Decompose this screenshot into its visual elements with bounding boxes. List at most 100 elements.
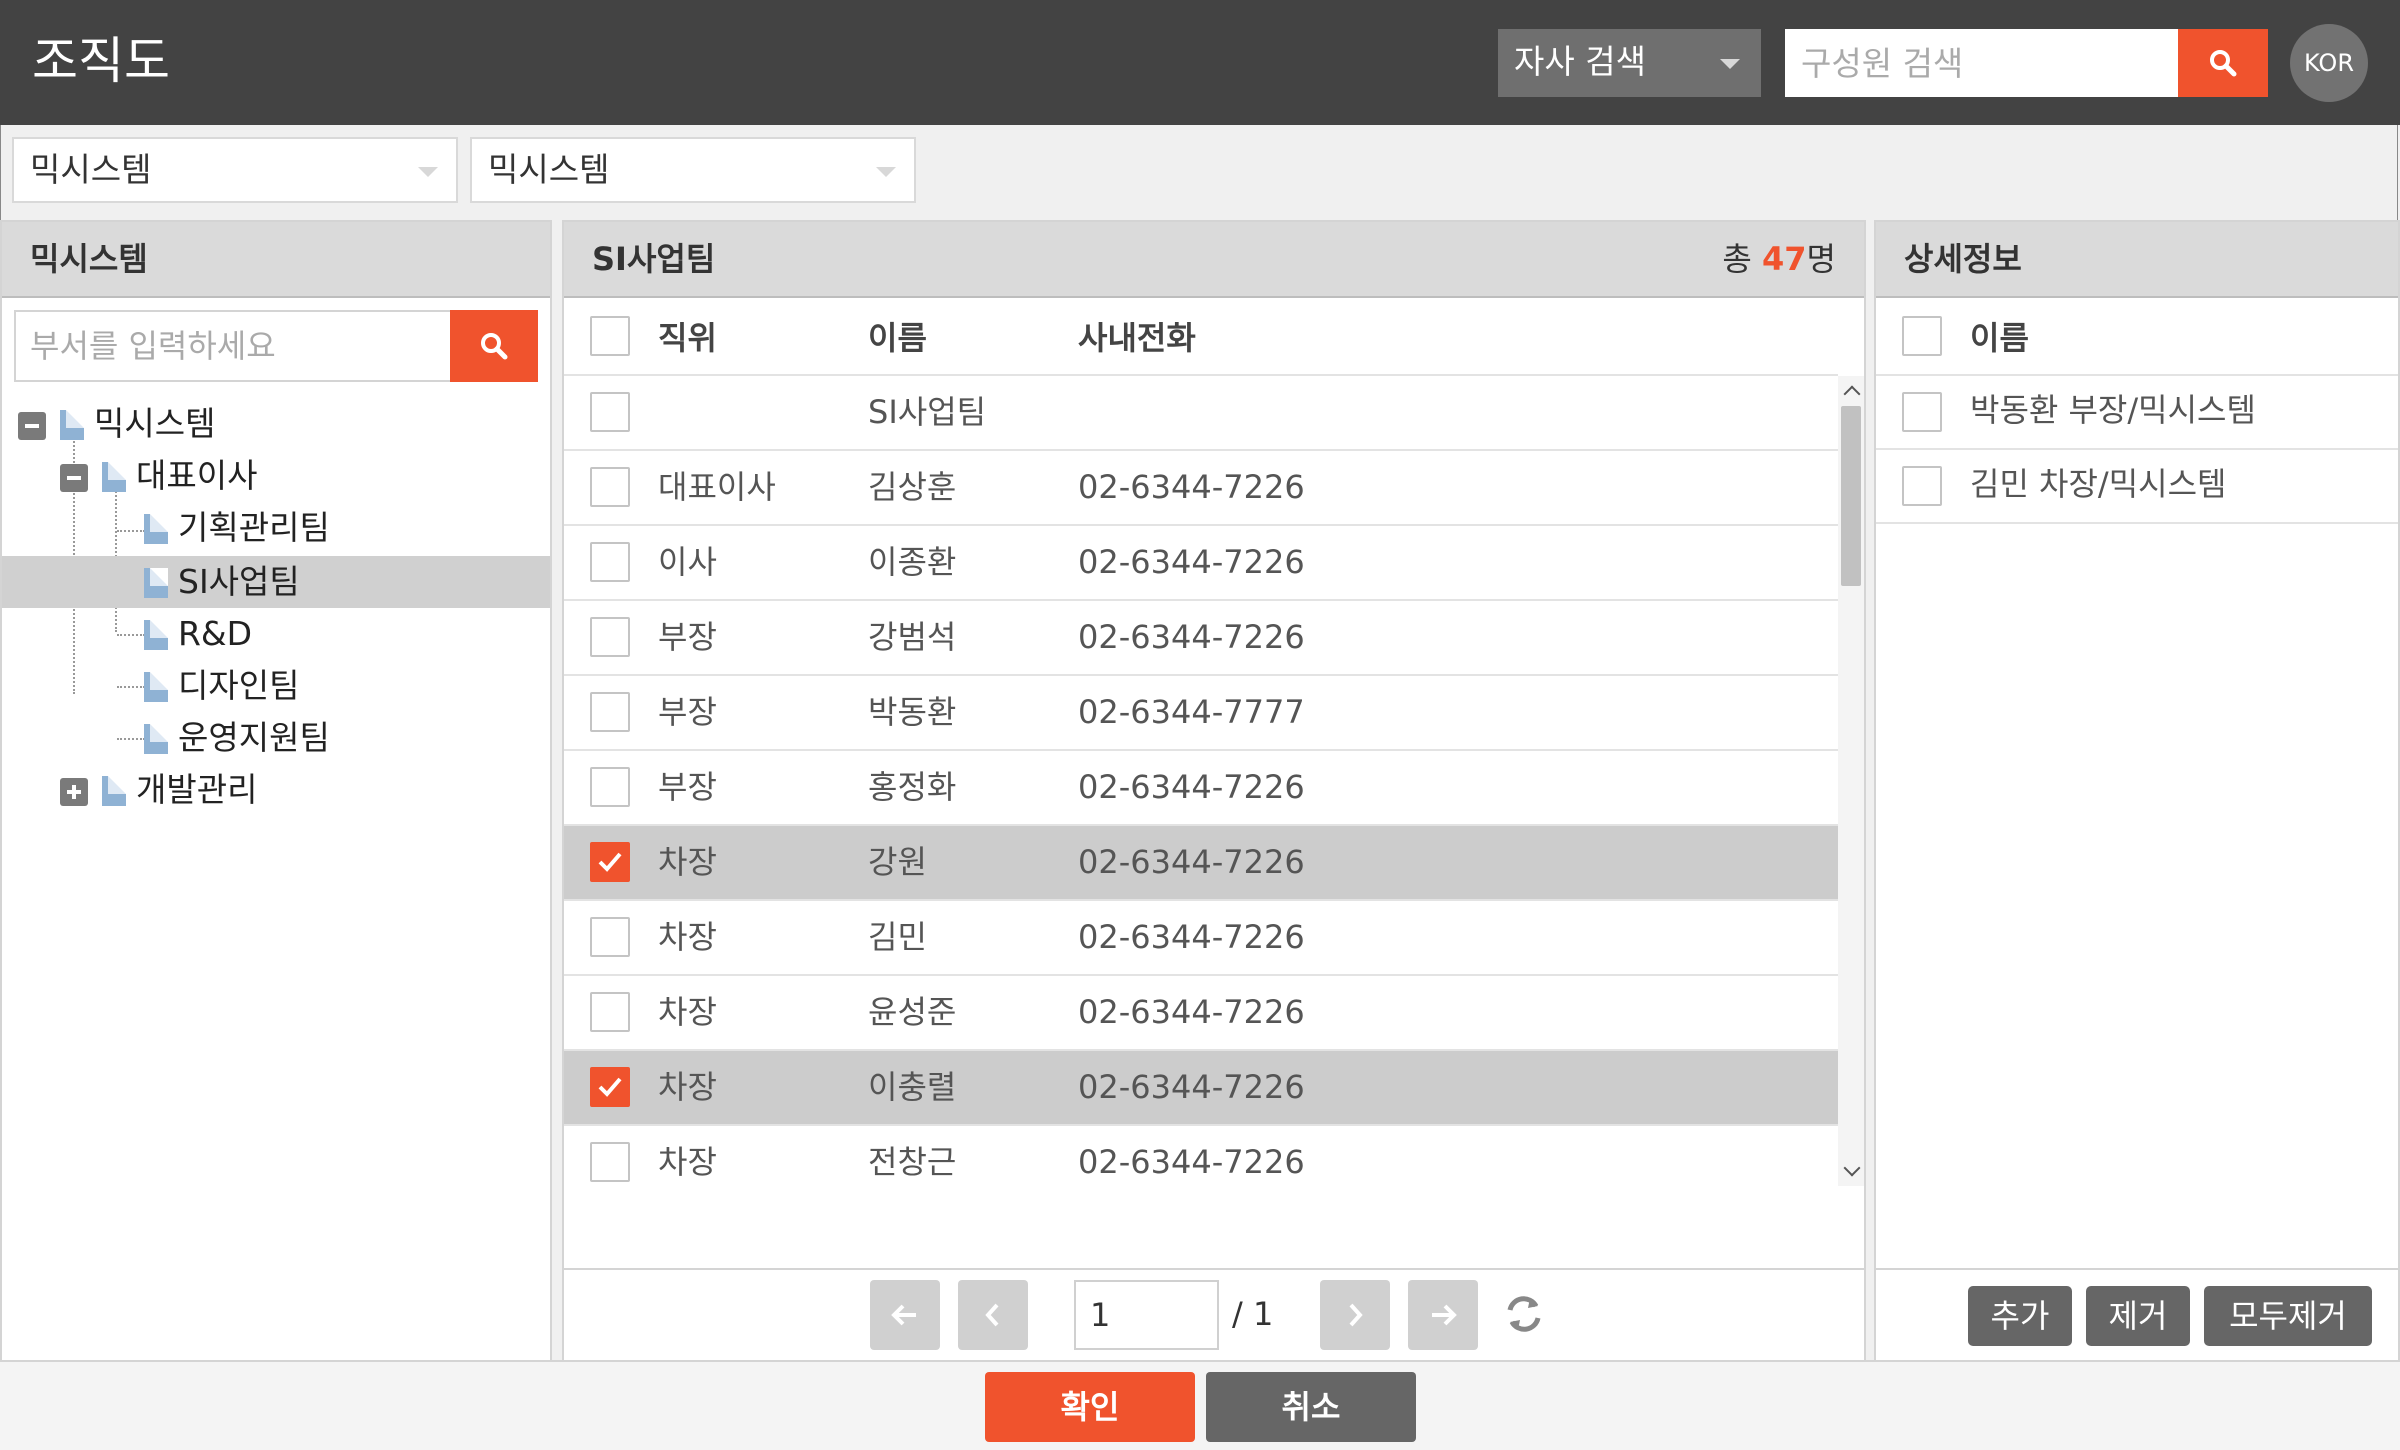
member-list-scrollbar[interactable] bbox=[1838, 376, 1864, 1186]
check-icon bbox=[598, 852, 622, 872]
table-row[interactable]: 대표이사 김상훈 02-6344-7226 bbox=[564, 451, 1838, 526]
collapse-icon[interactable] bbox=[18, 412, 46, 440]
cell-name: 이충렬 bbox=[868, 1068, 957, 1106]
tree-node-rnd[interactable]: R&D bbox=[2, 608, 550, 660]
table-row[interactable]: SI사업팀 bbox=[564, 376, 1838, 451]
cell-name: SI사업팀 bbox=[868, 393, 987, 431]
row-checkbox[interactable] bbox=[590, 542, 630, 582]
member-search-field[interactable] bbox=[1785, 29, 2178, 97]
row-checkbox[interactable] bbox=[590, 1142, 630, 1182]
member-count-suffix: 명 bbox=[1806, 240, 1836, 278]
collapse-icon[interactable] bbox=[60, 464, 88, 492]
document-icon bbox=[102, 776, 126, 806]
cell-name: 강원 bbox=[868, 843, 927, 881]
member-count-prefix: 총 bbox=[1722, 240, 1752, 278]
remove-all-button[interactable]: 모두제거 bbox=[2204, 1286, 2372, 1346]
arrow-right-icon bbox=[1432, 1304, 1457, 1326]
confirm-button[interactable]: 확인 bbox=[985, 1372, 1195, 1442]
row-checkbox[interactable] bbox=[590, 392, 630, 432]
tree-node-si-team[interactable]: SI사업팀 bbox=[2, 556, 550, 608]
detail-row[interactable]: 박동환 부장/믹시스템 bbox=[1876, 376, 2398, 450]
scroll-up-icon[interactable] bbox=[1843, 385, 1861, 403]
cancel-button[interactable]: 취소 bbox=[1206, 1372, 1416, 1442]
member-count-value: 47 bbox=[1762, 240, 1807, 278]
column-position: 직위 bbox=[658, 319, 717, 357]
tree-node-label: 개발관리 bbox=[136, 770, 258, 809]
row-checkbox[interactable] bbox=[590, 917, 630, 957]
row-checkbox[interactable] bbox=[1902, 392, 1942, 432]
document-icon bbox=[144, 514, 168, 544]
scroll-thumb[interactable] bbox=[1841, 406, 1861, 586]
detail-select-all-checkbox[interactable] bbox=[1902, 316, 1942, 356]
cell-position: 차장 bbox=[658, 993, 717, 1031]
company-select-primary[interactable]: 믹시스템 bbox=[12, 137, 458, 203]
dialog-footer: 확인 취소 bbox=[0, 1360, 2400, 1450]
table-row[interactable]: 이사 이종환 02-6344-7226 bbox=[564, 526, 1838, 601]
member-search-input[interactable] bbox=[1785, 29, 2178, 97]
app-header: 조직도 자사 검색 KOR bbox=[0, 0, 2400, 125]
scope-select[interactable]: 자사 검색 bbox=[1498, 29, 1761, 97]
page-title: 조직도 bbox=[32, 32, 170, 90]
member-search-button[interactable] bbox=[2178, 29, 2268, 97]
detail-panel: 상세정보 이름 박동환 부장/믹시스템 김민 차장/믹시스템 추가 제거 모두제… bbox=[1874, 220, 2400, 1362]
table-row[interactable]: 차장 강원 02-6344-7226 bbox=[564, 826, 1838, 901]
table-row[interactable]: 부장 홍정화 02-6344-7226 bbox=[564, 751, 1838, 826]
chevron-down-icon bbox=[1720, 59, 1740, 69]
language-button[interactable]: KOR bbox=[2290, 24, 2368, 102]
row-checkbox[interactable] bbox=[590, 992, 630, 1032]
dept-search-input[interactable] bbox=[16, 312, 446, 380]
select-all-checkbox[interactable] bbox=[590, 316, 630, 356]
row-checkbox[interactable] bbox=[590, 467, 630, 507]
table-row[interactable]: 차장 이충렬 02-6344-7226 bbox=[564, 1051, 1838, 1126]
detail-row[interactable]: 김민 차장/믹시스템 bbox=[1876, 450, 2398, 524]
table-row[interactable]: 부장 강범석 02-6344-7226 bbox=[564, 601, 1838, 676]
last-page-button[interactable] bbox=[1408, 1280, 1478, 1350]
detail-table-header: 이름 bbox=[1876, 298, 2398, 376]
table-row[interactable]: 차장 전창근 02-6344-7226 bbox=[564, 1126, 1838, 1186]
tree-node-operations[interactable]: 운영지원팀 bbox=[2, 712, 550, 764]
company-select-primary-label: 믹시스템 bbox=[30, 150, 152, 189]
arrow-left-icon bbox=[891, 1304, 916, 1326]
row-checkbox[interactable] bbox=[590, 842, 630, 882]
detail-item-label: 박동환 부장/믹시스템 bbox=[1970, 391, 2256, 429]
tree-node-root[interactable]: 믹시스템 bbox=[2, 398, 550, 450]
first-page-button[interactable] bbox=[870, 1280, 940, 1350]
add-button[interactable]: 추가 bbox=[1968, 1286, 2072, 1346]
scroll-down-icon[interactable] bbox=[1843, 1159, 1861, 1177]
prev-page-button[interactable] bbox=[958, 1280, 1028, 1350]
cell-phone: 02-6344-7226 bbox=[1078, 918, 1305, 956]
row-checkbox[interactable] bbox=[590, 1067, 630, 1107]
table-row[interactable]: 부장 박동환 02-6344-7777 bbox=[564, 676, 1838, 751]
cell-position: 차장 bbox=[658, 918, 717, 956]
chevron-left-icon bbox=[985, 1303, 999, 1327]
refresh-button[interactable] bbox=[1500, 1290, 1550, 1340]
dept-search-button[interactable] bbox=[450, 310, 538, 382]
chevron-down-icon bbox=[418, 167, 438, 177]
cell-position: 차장 bbox=[658, 1068, 717, 1106]
org-tree-panel: 믹시스템 믹시스템 대표이사 기획관리팀 SI사업팀 R&D 디자 bbox=[0, 220, 552, 1362]
row-checkbox[interactable] bbox=[590, 767, 630, 807]
member-list-header: SI사업팀 총 47명 bbox=[564, 222, 1864, 298]
document-icon bbox=[60, 410, 84, 440]
tree-node-design[interactable]: 디자인팀 bbox=[2, 660, 550, 712]
row-checkbox[interactable] bbox=[590, 617, 630, 657]
tree-node-label: SI사업팀 bbox=[178, 562, 300, 601]
row-checkbox[interactable] bbox=[590, 692, 630, 732]
detail-title: 상세정보 bbox=[1904, 240, 2022, 278]
cell-phone: 02-6344-7226 bbox=[1078, 843, 1305, 881]
company-select-secondary[interactable]: 믹시스템 bbox=[470, 137, 916, 203]
search-icon bbox=[2210, 50, 2237, 77]
tree-node-label: 디자인팀 bbox=[178, 666, 300, 705]
tree-node-ceo[interactable]: 대표이사 bbox=[2, 450, 550, 502]
table-row[interactable]: 차장 윤성준 02-6344-7226 bbox=[564, 976, 1838, 1051]
tree-node-planning[interactable]: 기획관리팀 bbox=[2, 502, 550, 554]
cell-position: 부장 bbox=[658, 693, 717, 731]
tree-node-label: R&D bbox=[178, 614, 253, 653]
remove-button[interactable]: 제거 bbox=[2086, 1286, 2190, 1346]
row-checkbox[interactable] bbox=[1902, 466, 1942, 506]
expand-icon[interactable] bbox=[60, 778, 88, 806]
table-row[interactable]: 차장 김민 02-6344-7226 bbox=[564, 901, 1838, 976]
tree-node-dev[interactable]: 개발관리 bbox=[2, 764, 550, 816]
page-number-input[interactable]: 1 bbox=[1074, 1280, 1219, 1350]
next-page-button[interactable] bbox=[1320, 1280, 1390, 1350]
